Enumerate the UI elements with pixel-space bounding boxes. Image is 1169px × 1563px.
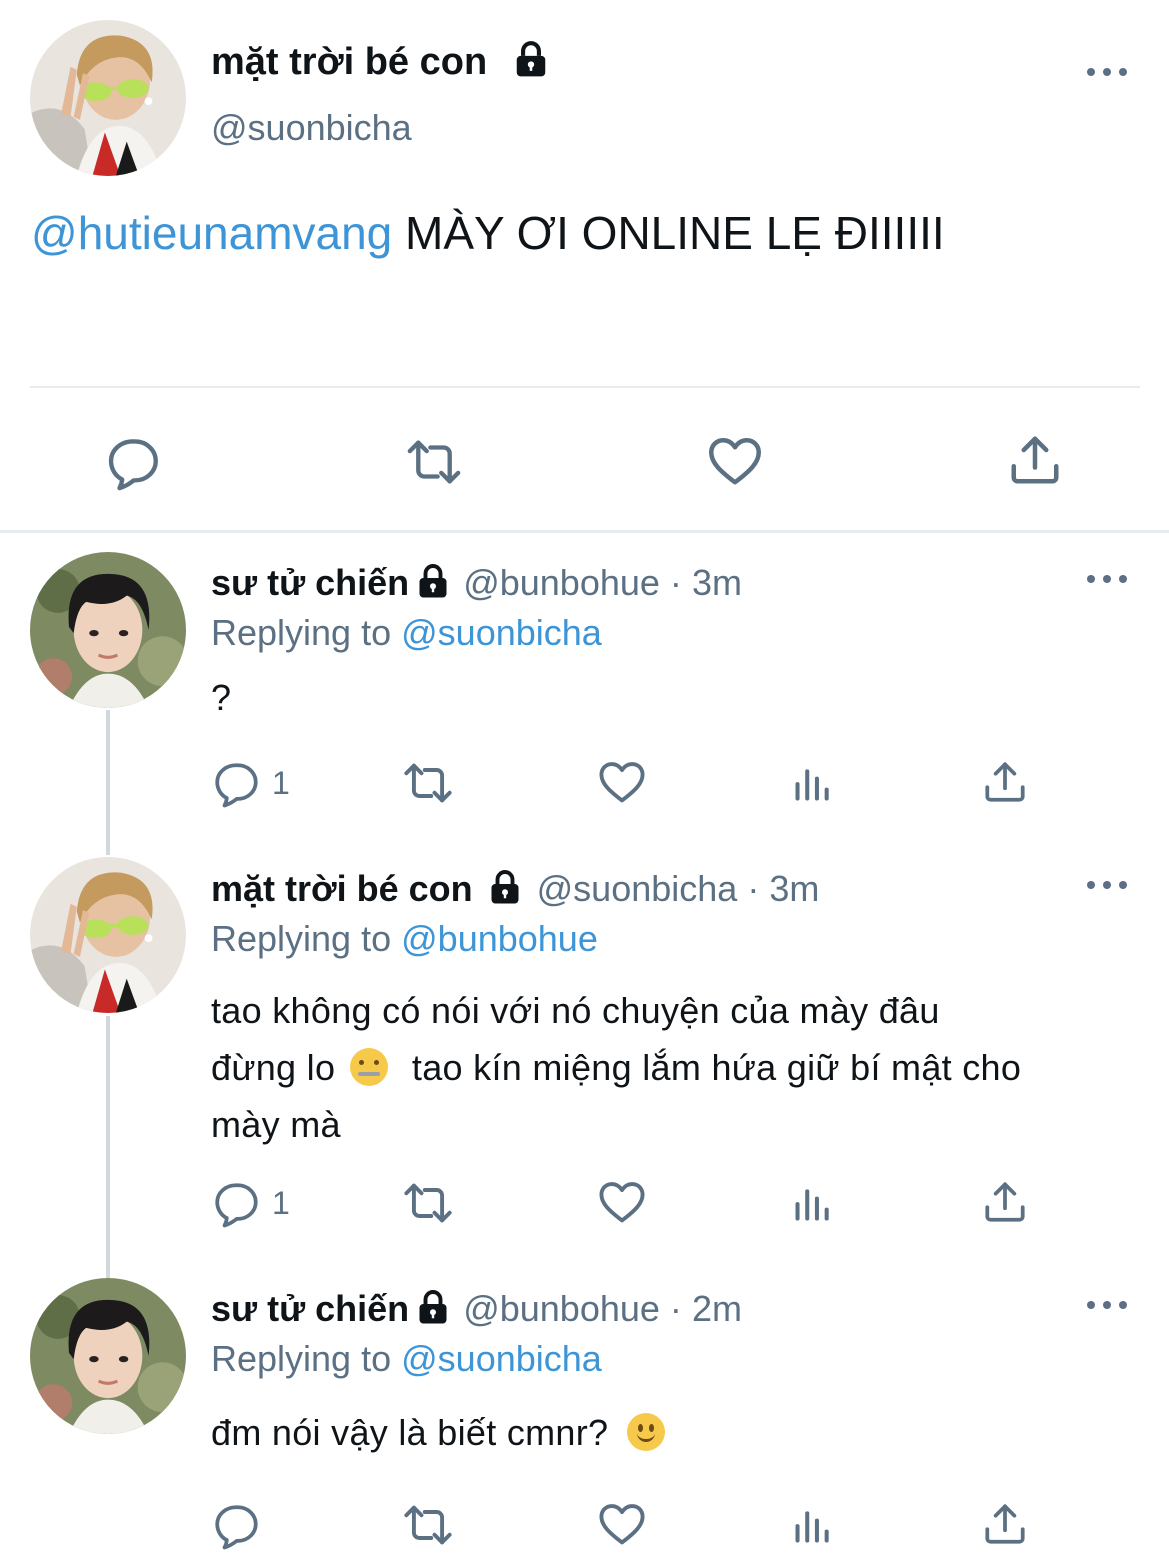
share-icon — [980, 1177, 1030, 1227]
tweet-text: @hutieunamvang MÀY ƠI ONLINE LẸ ĐIIIIII — [31, 205, 945, 261]
more-icon[interactable] — [1087, 875, 1127, 895]
thread-line — [106, 1016, 110, 1278]
avatar[interactable] — [30, 552, 186, 708]
replying-to-link[interactable]: @bunbohue — [401, 918, 598, 959]
analytics-button[interactable] — [790, 1504, 834, 1548]
reply-header: sư tử chiến @bunbohue · 2m — [211, 1288, 742, 1330]
avatar[interactable] — [30, 20, 186, 176]
reply-button[interactable]: 1 — [212, 1178, 290, 1228]
retweet-button[interactable] — [398, 1499, 458, 1551]
reply-text-segment: đừng lo — [211, 1047, 336, 1088]
share-button[interactable] — [980, 757, 1030, 807]
replying-to-link[interactable]: @suonbicha — [401, 1338, 602, 1379]
like-icon — [596, 756, 648, 808]
replying-to-link[interactable]: @suonbicha — [401, 612, 602, 653]
zipper-mouth-face-icon — [349, 1048, 388, 1086]
reply-count: 1 — [272, 764, 290, 801]
replying-to: Replying to @bunbohue — [211, 918, 598, 960]
like-icon — [596, 1176, 648, 1228]
analytics-button[interactable] — [790, 1182, 834, 1226]
reply-button[interactable] — [105, 433, 163, 491]
lock-icon — [415, 1289, 451, 1325]
author-name[interactable]: sư tử chiến — [211, 562, 409, 603]
more-icon[interactable] — [1087, 1295, 1127, 1315]
reply-text: đm nói vậy là biết cmnr? — [211, 1410, 665, 1456]
reply-text: tao không có nói với nó chuyện của mày đ… — [211, 982, 1021, 1153]
reply-text-segment: đm nói vậy là biết cmnr? — [211, 1412, 609, 1453]
author-name[interactable]: mặt trời bé con — [211, 868, 473, 909]
timestamp[interactable]: 3m — [769, 868, 819, 909]
retweet-icon — [398, 757, 458, 809]
author-handle[interactable]: @bunbohue — [463, 1288, 660, 1329]
retweet-button[interactable] — [400, 433, 468, 491]
author-handle[interactable]: @suonbicha — [537, 868, 738, 909]
share-icon — [980, 1499, 1030, 1549]
like-button[interactable] — [596, 1176, 648, 1228]
reply-text-line: mày mà — [211, 1104, 341, 1145]
share-button[interactable] — [1005, 430, 1065, 490]
section-divider — [0, 530, 1169, 533]
retweet-icon — [398, 1499, 458, 1551]
timestamp[interactable]: 2m — [692, 1288, 742, 1329]
avatar[interactable] — [30, 1278, 186, 1434]
separator: · — [747, 868, 760, 909]
like-button[interactable] — [596, 1498, 648, 1550]
reply-text-segment: tao kín miệng lắm hứa giữ bí mật cho — [411, 1047, 1022, 1088]
slightly-smiling-face-icon — [626, 1413, 665, 1451]
reply-icon — [212, 758, 262, 808]
author-name[interactable]: sư tử chiến — [211, 1288, 409, 1329]
retweet-icon — [400, 433, 468, 491]
reply-icon — [105, 433, 163, 491]
separator: · — [669, 1288, 682, 1329]
replying-label: Replying to — [211, 612, 392, 653]
lock-icon — [415, 563, 451, 599]
replying-label: Replying to — [211, 918, 392, 959]
retweet-button[interactable] — [398, 1177, 458, 1229]
analytics-icon — [790, 1504, 834, 1548]
author-name-row: mặt trời bé con — [211, 40, 550, 84]
mention-link[interactable]: @hutieunamvang — [31, 207, 392, 259]
replying-to: Replying to @suonbicha — [211, 1338, 602, 1380]
reply-text: ? — [211, 677, 232, 718]
replying-label: Replying to — [211, 1338, 392, 1379]
tweet-body: MÀY ƠI ONLINE LẸ ĐIIIIII — [405, 207, 945, 259]
reply-button[interactable] — [212, 1500, 262, 1550]
reply-text-line: đừng lo tao kín miệng lắm hứa giữ bí mật… — [211, 1039, 1021, 1096]
lock-icon — [512, 40, 550, 78]
author-name[interactable]: mặt trời bé con — [211, 41, 487, 83]
analytics-icon — [790, 762, 834, 806]
retweet-icon — [398, 1177, 458, 1229]
like-button[interactable] — [596, 756, 648, 808]
lock-icon — [487, 869, 523, 905]
thread-line — [106, 710, 110, 855]
share-button[interactable] — [980, 1499, 1030, 1549]
like-button[interactable] — [705, 431, 765, 491]
like-icon — [596, 1498, 648, 1550]
reply-icon — [212, 1500, 262, 1550]
reply-header: mặt trời bé con @suonbicha · 3m — [211, 868, 819, 910]
timestamp[interactable]: 3m — [692, 562, 742, 603]
like-icon — [705, 431, 765, 491]
author-handle[interactable]: @suonbicha — [211, 106, 412, 150]
analytics-icon — [790, 1182, 834, 1226]
share-icon — [1005, 430, 1065, 490]
analytics-button[interactable] — [790, 762, 834, 806]
reply-header: sư tử chiến @bunbohue · 3m — [211, 562, 742, 604]
retweet-button[interactable] — [398, 757, 458, 809]
author-handle[interactable]: @bunbohue — [463, 562, 660, 603]
more-icon[interactable] — [1087, 569, 1127, 589]
reply-text-line: tao không có nói với nó chuyện của mày đ… — [211, 990, 940, 1031]
reply-count: 1 — [272, 1184, 290, 1221]
reply-button[interactable]: 1 — [212, 758, 290, 808]
avatar[interactable] — [30, 857, 186, 1013]
separator: · — [669, 562, 682, 603]
replying-to: Replying to @suonbicha — [211, 612, 602, 654]
share-button[interactable] — [980, 1177, 1030, 1227]
more-icon[interactable] — [1087, 62, 1127, 82]
divider — [30, 386, 1140, 388]
share-icon — [980, 757, 1030, 807]
reply-icon — [212, 1178, 262, 1228]
